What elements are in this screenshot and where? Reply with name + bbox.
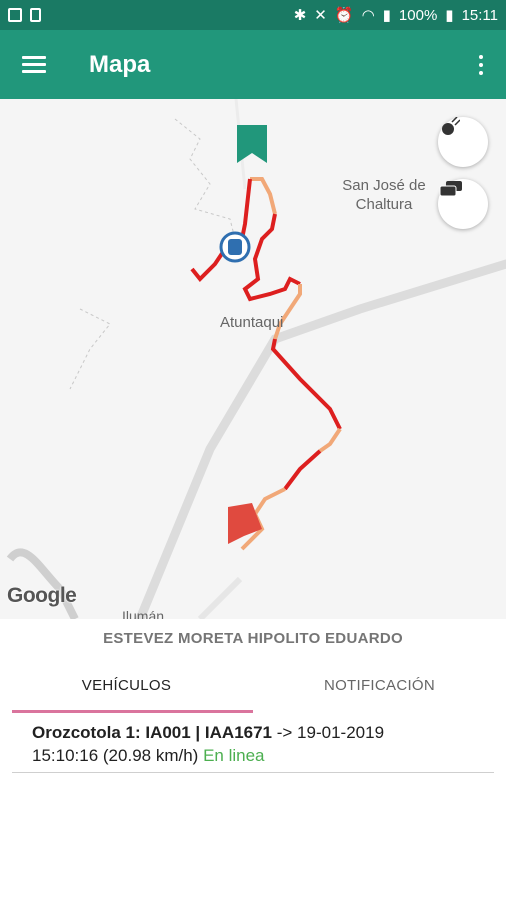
- satellite-toggle-button[interactable]: [438, 117, 488, 167]
- image-notification-icon: [8, 8, 22, 22]
- vehicle-list-item[interactable]: Orozcotola 1: IA001 | IAA1671 -> 19-01-2…: [12, 713, 494, 773]
- place-label-atuntaqui: Atuntaqui: [220, 314, 284, 331]
- traffic-toggle-button[interactable]: [438, 179, 488, 229]
- place-label-iluman: Ilumán: [122, 608, 165, 619]
- page-title: Mapa: [89, 50, 151, 78]
- alarm-icon: ⏰: [334, 7, 354, 24]
- vehicle-name: Orozcotola 1: IA001 | IAA1671: [32, 723, 273, 742]
- more-options-button[interactable]: [456, 30, 506, 99]
- tab-bar: VEHÍCULOS NOTIFICACIÓN: [0, 657, 506, 713]
- app-bar: Mapa: [0, 30, 506, 99]
- menu-button[interactable]: [0, 30, 68, 99]
- battery-icon: ▮: [445, 7, 454, 24]
- more-vert-icon: [479, 54, 483, 59]
- menu-icon: [22, 55, 46, 74]
- signal-icon: ▮: [382, 7, 391, 24]
- status-bar: ✱ ✕ ⏰ ◠ ▮ 100% ▮ 15:11: [0, 0, 506, 30]
- vehicle-line-1: Orozcotola 1: IA001 | IAA1671 -> 19-01-2…: [32, 721, 474, 744]
- tab-notifications[interactable]: NOTIFICACIÓN: [253, 657, 506, 713]
- place-label-san-jose: San José de Chaltura: [342, 177, 426, 213]
- vehicle-date: -> 19-01-2019: [276, 723, 385, 742]
- wifi-icon: ◠: [361, 7, 375, 24]
- map-view[interactable]: San José de Chaltura Atuntaqui Ilumán Go…: [0, 99, 506, 619]
- google-logo: Google: [7, 584, 77, 607]
- mute-icon: ✕: [314, 7, 327, 24]
- satellite-icon: [442, 117, 460, 135]
- battery-level: 100%: [398, 6, 438, 24]
- vehicle-line-2: 15:10:16 (20.98 km/h) En linea: [32, 744, 474, 767]
- bluetooth-icon: ✱: [293, 7, 307, 24]
- vehicle-status: En linea: [203, 746, 265, 765]
- owner-name: ESTEVEZ MORETA HIPOLITO EDUARDO: [103, 629, 403, 647]
- sd-card-icon: [30, 8, 41, 22]
- start-marker-icon[interactable]: [237, 125, 267, 163]
- vehicle-time-speed: 15:10:16 (20.98 km/h): [32, 746, 199, 765]
- tab-vehicles[interactable]: VEHÍCULOS: [0, 657, 253, 713]
- clock: 15:11: [461, 6, 498, 24]
- traffic-icon: [439, 181, 462, 197]
